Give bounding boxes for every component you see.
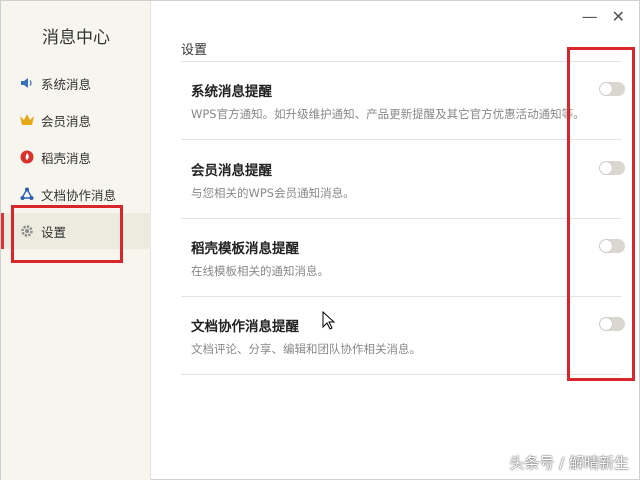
message-center-window: 消息中心 系统消息 会员消息 稻壳消息 文档协作消息 设置 — ✕ 设置 系统消…: [0, 0, 640, 480]
speaker-icon: [19, 75, 35, 91]
flame-icon: [19, 149, 35, 165]
section-title: 设置: [181, 43, 208, 58]
collab-message-toggle[interactable]: [599, 317, 625, 331]
toggle-knob: [600, 162, 612, 174]
sidebar-item-label: 稻壳消息: [41, 150, 92, 166]
setting-name: 稻壳模板消息提醒: [191, 241, 299, 257]
share-nodes-icon: [19, 186, 35, 202]
setting-name: 系统消息提醒: [191, 84, 272, 100]
sidebar-item-settings[interactable]: 设置: [1, 213, 151, 249]
watermark: 头条号 / 解晴新生: [509, 454, 629, 472]
setting-description: 与您相关的WPS会员通知消息。: [191, 186, 355, 200]
sidebar-item-collab-messages[interactable]: 文档协作消息: [1, 176, 151, 212]
sidebar-item-docer-messages[interactable]: 稻壳消息: [1, 139, 151, 175]
sidebar: 消息中心 系统消息 会员消息 稻壳消息 文档协作消息 设置: [1, 1, 151, 480]
crown-icon: [19, 112, 35, 128]
sidebar-item-system-messages[interactable]: 系统消息: [1, 65, 151, 101]
setting-collab-message-reminder: 文档协作消息提醒 文档评论、分享、编辑和团队协作相关消息。: [181, 297, 625, 375]
toggle-knob: [600, 83, 612, 95]
settings-panel: 设置 系统消息提醒 WPS官方通知。如升级维护通知、产品更新提醒及其它官方优惠活…: [181, 1, 625, 480]
sidebar-item-label: 设置: [41, 224, 67, 240]
setting-system-message-reminder: 系统消息提醒 WPS官方通知。如升级维护通知、产品更新提醒及其它官方优惠活动通知…: [181, 62, 625, 140]
setting-name: 文档协作消息提醒: [191, 319, 299, 335]
member-message-toggle[interactable]: [599, 161, 625, 175]
system-message-toggle[interactable]: [599, 82, 625, 96]
sidebar-item-member-messages[interactable]: 会员消息: [1, 102, 151, 138]
setting-description: 文档评论、分享、编辑和团队协作相关消息。: [191, 342, 421, 356]
toggle-knob: [600, 318, 612, 330]
sidebar-item-label: 系统消息: [41, 76, 92, 92]
setting-member-message-reminder: 会员消息提醒 与您相关的WPS会员通知消息。: [181, 141, 625, 219]
toggle-knob: [600, 240, 612, 252]
sidebar-title: 消息中心: [42, 28, 110, 48]
gear-icon: [19, 223, 35, 239]
mouse-cursor-icon: [322, 311, 336, 330]
setting-description: 在线模板相关的通知消息。: [191, 264, 329, 278]
docer-template-toggle[interactable]: [599, 239, 625, 253]
sidebar-item-label: 会员消息: [41, 113, 92, 129]
sidebar-item-label: 文档协作消息: [41, 187, 117, 203]
setting-name: 会员消息提醒: [191, 163, 272, 179]
setting-description: WPS官方通知。如升级维护通知、产品更新提醒及其它官方优惠活动通知等。: [191, 107, 585, 121]
setting-docer-template-reminder: 稻壳模板消息提醒 在线模板相关的通知消息。: [181, 219, 625, 297]
